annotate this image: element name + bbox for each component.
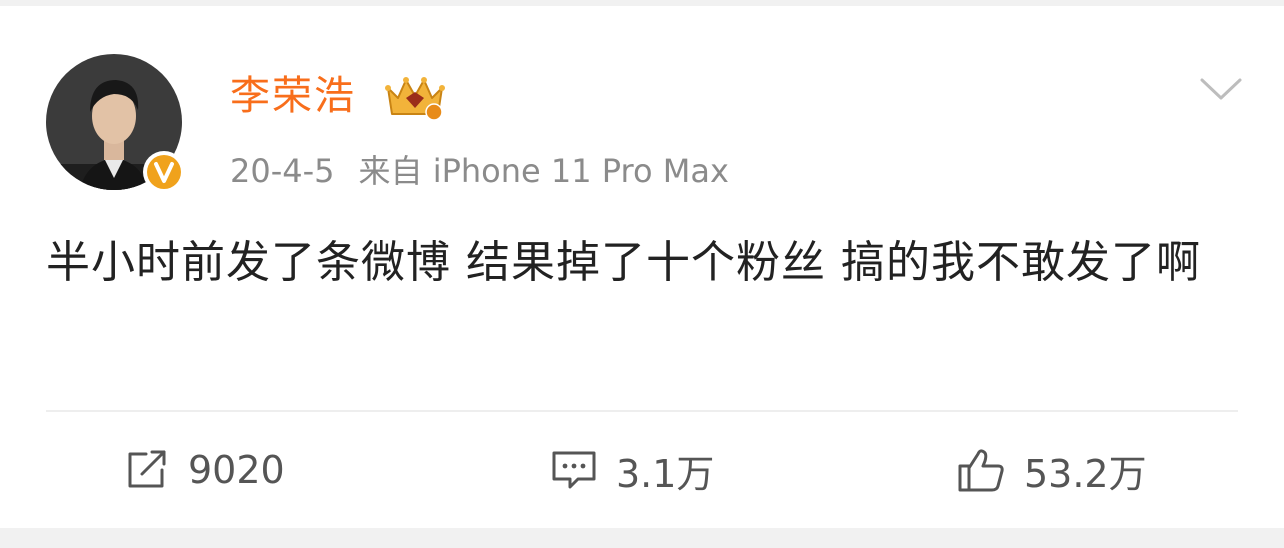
like-count: 53.2万 bbox=[1024, 451, 1147, 496]
chevron-down-icon[interactable] bbox=[1198, 74, 1244, 104]
username[interactable]: 李荣浩 bbox=[230, 66, 356, 126]
post-meta: 20-4-5 来自 iPhone 11 Pro Max bbox=[230, 146, 729, 196]
post-source: 来自 iPhone 11 Pro Max bbox=[358, 152, 729, 190]
post-date: 20-4-5 bbox=[230, 152, 335, 190]
repost-count: 9020 bbox=[188, 448, 285, 492]
share-arrow-icon bbox=[128, 450, 166, 488]
crown-vip-icon bbox=[385, 77, 445, 121]
verified-badge-icon bbox=[143, 151, 185, 193]
thumbs-up-icon bbox=[958, 449, 1004, 492]
repost-button[interactable]: 9020 bbox=[124, 442, 285, 498]
like-button[interactable]: 53.2万 bbox=[956, 442, 1147, 498]
avatar[interactable] bbox=[46, 54, 185, 193]
comment-count: 3.1万 bbox=[616, 451, 715, 496]
weibo-post-card: 李荣浩 20-4-5 来自 iPhone 11 Pro Max 半小时前发了条微博… bbox=[0, 6, 1284, 528]
post-text: 半小时前发了条微博 结果掉了十个粉丝 搞的我不敢发了啊 bbox=[46, 237, 1201, 288]
comment-bubble-icon bbox=[552, 451, 596, 489]
divider bbox=[46, 410, 1238, 412]
comment-button[interactable]: 3.1万 bbox=[550, 442, 714, 498]
